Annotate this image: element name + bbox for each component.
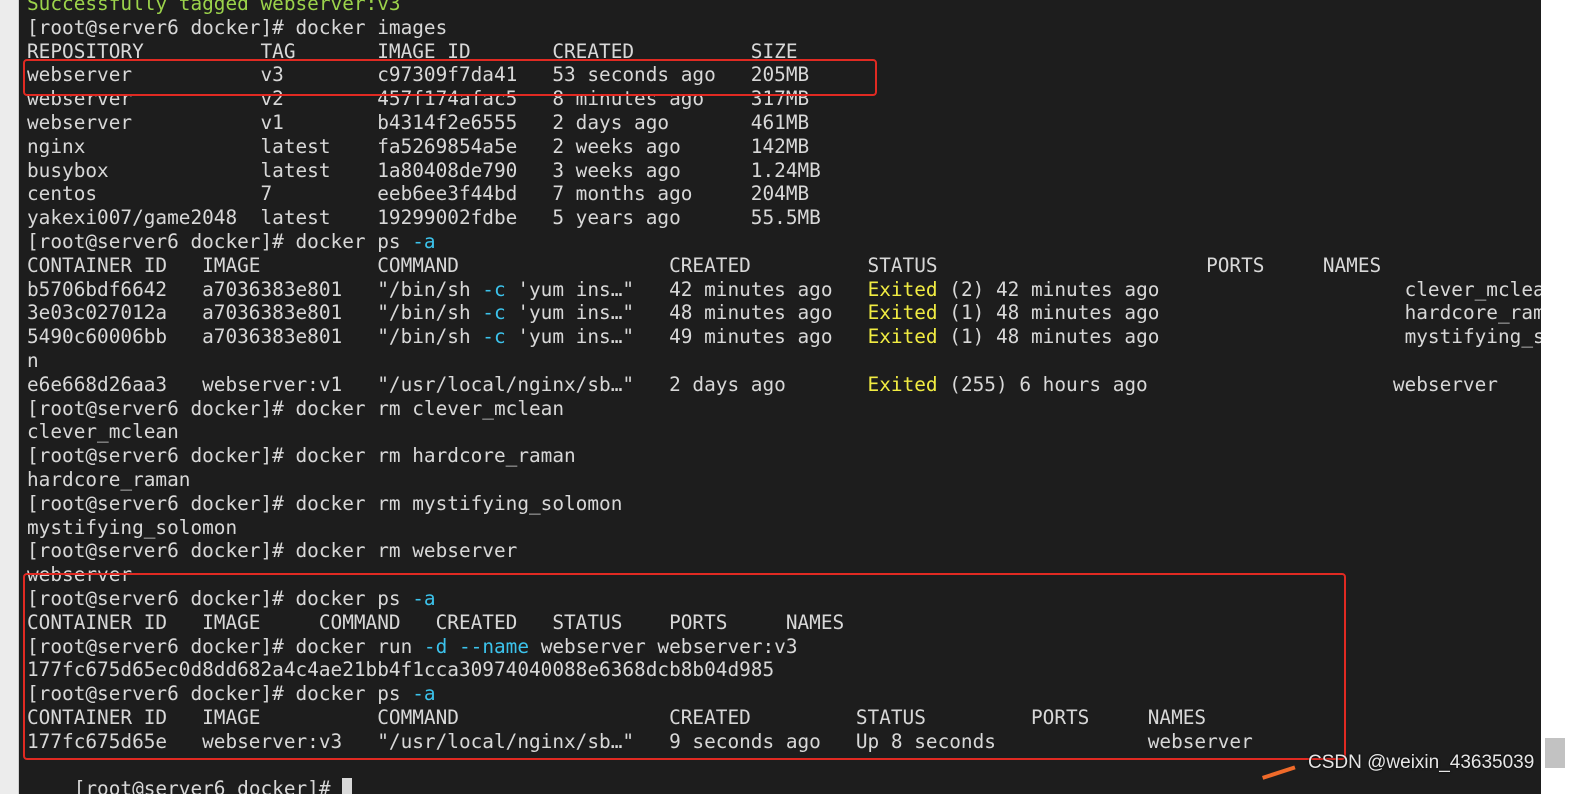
terminal-line: webserver v1 b4314f2e6555 2 days ago 461… <box>27 111 809 135</box>
terminal-line: busybox latest 1a80408de790 3 weeks ago … <box>27 159 821 183</box>
text-cursor <box>342 778 353 794</box>
terminal-text-segment: -a <box>412 230 436 253</box>
terminal-text-segment: [root@server6 docker]# docker run <box>27 634 424 658</box>
terminal-text-segment: 177fc675d65ec0d8dd682a4c4ae21bb4f1cca309… <box>27 658 775 682</box>
terminal-text-segment: [root@server6 docker]# docker rm mystify… <box>27 491 623 515</box>
terminal-text-segment: webserver v2 457f174afac5 8 minutes ago … <box>27 87 810 111</box>
terminal-text-segment: (2) 42 minutes ago clever_mclean <box>937 277 1541 301</box>
terminal-text-segment: hardcore_raman <box>27 468 191 491</box>
terminal-text-segment: CONTAINER ID IMAGE COMMAND CREATED STATU… <box>27 610 845 634</box>
csdn-watermark: CSDN @weixin_43635039 <box>1308 752 1535 773</box>
scrollbar-thumb[interactable] <box>1545 738 1565 768</box>
terminal-line: CONTAINER ID IMAGE COMMAND CREATED STATU… <box>27 254 1381 278</box>
terminal-line: 3e03c027012a a7036383e801 "/bin/sh -c 'y… <box>27 301 1541 325</box>
terminal-text-segment: e6e668d26aa3 webserver:v1 "/usr/local/ng… <box>27 372 868 396</box>
terminal-text-segment: -a <box>412 682 436 706</box>
terminal-line: b5706bdf6642 a7036383e801 "/bin/sh -c 'y… <box>27 278 1541 302</box>
terminal-text-segment: -c <box>482 325 506 349</box>
terminal-text-segment: nginx latest fa5269854a5e 2 weeks ago 14… <box>27 134 810 158</box>
terminal-text-segment: 'yum ins…" 49 minutes ago <box>505 325 868 349</box>
terminal-text-segment: [root@server6 docker]# docker rm clever_… <box>27 396 565 420</box>
terminal-text-segment: [root@server6 docker]# docker rm webserv… <box>27 539 518 563</box>
terminal-text-segment: (1) 48 minutes ago hardcore_raman <box>937 301 1541 325</box>
terminal-text-segment: CONTAINER ID IMAGE COMMAND CREATED STATU… <box>27 253 1382 277</box>
terminal-text-segment: 'yum ins…" 48 minutes ago <box>505 301 868 325</box>
terminal-prompt-line[interactable]: [root@server6 docker]# <box>27 754 353 794</box>
terminal-text-segment: (1) 48 minutes ago mystifying_solomo <box>937 325 1541 349</box>
terminal-line: [root@server6 docker]# docker images <box>27 16 447 40</box>
terminal-text-segment: [root@server6 docker]# docker rm hardcor… <box>27 444 576 468</box>
terminal-text-segment: 5490c60006bb a7036383e801 "/bin/sh <box>27 325 483 349</box>
terminal-text-segment: Exited <box>867 372 938 396</box>
terminal-text-segment: -c <box>482 301 506 325</box>
terminal-text-segment: yakexi007/game2048 latest 19299002fdbe 5… <box>27 206 821 230</box>
terminal-text-segment: Successfully tagged webserver:v3 <box>27 0 401 15</box>
terminal-line: n <box>27 349 39 373</box>
terminal-line: webserver v3 c97309f7da41 53 seconds ago… <box>27 63 809 87</box>
terminal-line: CONTAINER ID IMAGE COMMAND CREATED STATU… <box>27 611 844 635</box>
terminal-line: webserver <box>27 563 132 587</box>
terminal-text-segment: b5706bdf6642 a7036383e801 "/bin/sh <box>27 277 483 301</box>
terminal-line: clever_mclean <box>27 420 179 444</box>
terminal-text-segment: webserver v3 c97309f7da41 53 seconds ago… <box>27 63 810 87</box>
terminal-text-segment: 'yum ins…" 42 minutes ago <box>505 277 868 301</box>
terminal-window[interactable]: Successfully tagged webserver:v3 [root@se… <box>19 0 1541 794</box>
terminal-text-segment: CONTAINER ID IMAGE COMMAND CREATED STATU… <box>27 706 1207 729</box>
terminal-line: [root@server6 docker]# docker run -d --n… <box>27 635 798 659</box>
window-left-edge <box>0 0 19 794</box>
terminal-text-segment: [root@server6 docker]# docker ps <box>27 587 413 610</box>
terminal-text-segment: clever_mclean <box>27 420 179 444</box>
terminal-text-segment: Exited <box>867 277 938 301</box>
terminal-line: hardcore_raman <box>27 468 190 492</box>
terminal-text-segment: (255) 6 hours ago webserver <box>937 372 1498 396</box>
terminal-text-segment: mystifying_solomon <box>27 515 238 539</box>
terminal-line: yakexi007/game2048 latest 19299002fdbe 5… <box>27 206 821 230</box>
terminal-text-segment: centos 7 eeb6ee3f44bd 7 months ago 204MB <box>27 182 810 206</box>
terminal-line: centos 7 eeb6ee3f44bd 7 months ago 204MB <box>27 182 809 206</box>
terminal-text-segment: --name <box>458 634 530 658</box>
terminal-line: [root@server6 docker]# docker ps -a <box>27 587 436 611</box>
terminal-line: 177fc675d65ec0d8dd682a4c4ae21bb4f1cca309… <box>27 658 774 682</box>
terminal-text-segment: Exited <box>867 301 938 325</box>
terminal-text-segment: -d <box>423 634 448 658</box>
terminal-text-segment: 177fc675d65e webserver:v3 "/usr/local/ng… <box>27 729 1253 753</box>
terminal-text-segment: webserver <box>27 563 133 587</box>
terminal-line: nginx latest fa5269854a5e 2 weeks ago 14… <box>27 135 809 159</box>
terminal-text-segment: n <box>27 349 39 372</box>
vertical-scrollbar[interactable] <box>1541 0 1586 794</box>
terminal-text-segment: -c <box>482 277 506 301</box>
terminal-text-segment: webserver v1 b4314f2e6555 2 days ago 461… <box>27 111 810 134</box>
terminal-line: [root@server6 docker]# docker rm mystify… <box>27 492 622 516</box>
terminal-line: Successfully tagged webserver:v3 <box>27 0 401 16</box>
terminal-line: REPOSITORY TAG IMAGE ID CREATED SIZE <box>27 40 798 64</box>
terminal-text-segment: -a <box>412 587 436 610</box>
terminal-line: webserver v2 457f174afac5 8 minutes ago … <box>27 87 809 111</box>
terminal-text-segment: Exited <box>867 325 938 349</box>
terminal-line: e6e668d26aa3 webserver:v1 "/usr/local/ng… <box>27 373 1498 397</box>
terminal-text-segment: REPOSITORY TAG IMAGE ID CREATED SIZE <box>27 39 798 63</box>
terminal-text-segment: [root@server6 docker]# docker ps <box>27 230 413 253</box>
terminal-line: [root@server6 docker]# docker rm webserv… <box>27 539 517 563</box>
terminal-line: CONTAINER ID IMAGE COMMAND CREATED STATU… <box>27 706 1206 730</box>
terminal-prompt: [root@server6 docker]# <box>73 777 343 794</box>
terminal-text-segment: 3e03c027012a a7036383e801 "/bin/sh <box>27 301 483 325</box>
terminal-line: mystifying_solomon <box>27 516 237 540</box>
terminal-line: 177fc675d65e webserver:v3 "/usr/local/ng… <box>27 730 1253 754</box>
terminal-line: [root@server6 docker]# docker rm hardcor… <box>27 444 576 468</box>
terminal-line: [root@server6 docker]# docker ps -a <box>27 230 436 254</box>
terminal-text-segment: webserver webserver:v3 <box>529 634 798 658</box>
terminal-line: [root@server6 docker]# docker ps -a <box>27 682 436 706</box>
terminal-text-segment: [root@server6 docker]# docker ps <box>27 682 413 706</box>
terminal-text-segment: [root@server6 docker]# docker images <box>27 15 448 39</box>
terminal-text-segment: busybox latest 1a80408de790 3 weeks ago … <box>27 158 821 182</box>
terminal-line: 5490c60006bb a7036383e801 "/bin/sh -c 'y… <box>27 325 1541 349</box>
terminal-line: [root@server6 docker]# docker rm clever_… <box>27 397 564 421</box>
